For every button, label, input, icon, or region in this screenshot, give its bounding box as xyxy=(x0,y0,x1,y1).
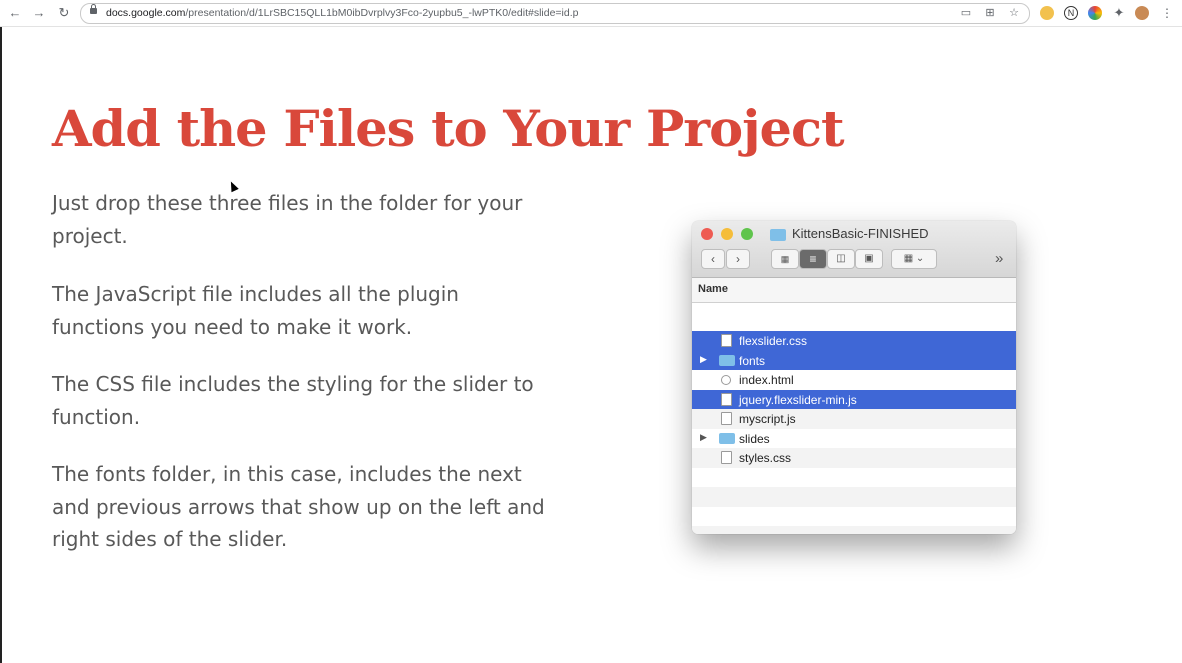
back-chevron-icon[interactable]: ‹ xyxy=(701,249,725,269)
disclosure-triangle-icon[interactable]: ▶ xyxy=(700,432,707,443)
folder-name: slides xyxy=(739,431,770,446)
empty-row xyxy=(692,526,1016,534)
slide-canvas: Add the Files to Your Project Just drop … xyxy=(0,27,1182,663)
empty-row xyxy=(692,507,1016,527)
column-view-icon[interactable]: ◫ xyxy=(827,249,855,269)
column-header-label: Name xyxy=(698,283,728,295)
folder-name: fonts xyxy=(739,353,766,368)
file-name: flexslider.css xyxy=(739,334,808,348)
folder-icon xyxy=(770,229,786,241)
url-text: docs.google.com/presentation/d/1LrSBC15Q… xyxy=(106,7,578,19)
list-view-icon[interactable]: ≡ xyxy=(799,249,827,269)
finder-title: KittensBasic-FINISHED xyxy=(792,226,929,241)
url-host: docs.google.com xyxy=(106,7,186,19)
reload-icon[interactable]: ↻ xyxy=(55,4,73,22)
folder-icon xyxy=(719,432,735,444)
browser-toolbar: ← → ↻ docs.google.com/presentation/d/1Lr… xyxy=(0,0,1182,27)
arrow-right-icon[interactable]: → xyxy=(30,4,48,22)
folder-row[interactable]: ▶ slides xyxy=(692,429,1016,449)
disclosure-triangle-icon[interactable]: ▶ xyxy=(700,354,707,365)
puzzle-icon[interactable]: ✦ xyxy=(1112,6,1126,20)
paragraph-fonts: The fonts folder, in this case, includes… xyxy=(52,462,545,551)
empty-row xyxy=(692,468,1016,488)
paragraph-drop-files: Just drop these three files in the folde… xyxy=(52,191,523,248)
html-file-icon xyxy=(721,375,731,385)
more-menu-icon[interactable]: ⋮ xyxy=(1160,6,1174,20)
js-file-icon xyxy=(721,392,732,406)
empty-row xyxy=(692,487,1016,507)
slide-title: Add the Files to Your Project xyxy=(52,99,845,158)
avatar[interactable] xyxy=(1135,6,1149,20)
zoom-icon[interactable] xyxy=(741,228,753,240)
folder-row[interactable]: ▶ fonts xyxy=(692,350,1016,370)
file-row[interactable]: jquery.flexslider-min.js xyxy=(692,389,1016,409)
star-icon[interactable]: ☆ xyxy=(1007,6,1021,20)
minimize-icon[interactable] xyxy=(721,228,733,240)
address-bar[interactable]: docs.google.com/presentation/d/1LrSBC15Q… xyxy=(80,3,1030,24)
group-by-icon[interactable]: ▦ ⌄ xyxy=(891,249,937,269)
arrow-left-icon[interactable]: ← xyxy=(6,4,24,22)
css-file-icon xyxy=(721,334,732,347)
notion-icon[interactable]: N xyxy=(1064,6,1078,20)
icon-view-icon[interactable]: ▦ xyxy=(771,249,799,269)
close-icon[interactable] xyxy=(701,228,713,240)
file-name: jquery.flexslider-min.js xyxy=(739,392,857,407)
apps-grid-icon[interactable]: ⊞ xyxy=(983,6,997,20)
folder-icon xyxy=(719,354,735,366)
cast-icon[interactable]: ▭ xyxy=(959,6,973,20)
paragraph-javascript: The JavaScript file includes all the plu… xyxy=(52,282,459,339)
file-name: myscript.js xyxy=(739,412,796,426)
finder-titlebar: KittensBasic-FINISHED ‹ › ▦ ≡ ◫ ▣ ▦ ⌄ » xyxy=(692,221,1016,278)
column-header-name[interactable]: Name xyxy=(692,278,1016,303)
url-path: /presentation/d/1LrSBC15QLL1bM0ibDvrplvy… xyxy=(185,7,579,19)
file-name: index.html xyxy=(739,373,794,387)
file-row[interactable]: styles.css xyxy=(692,448,1016,468)
paragraph-css: The CSS file includes the styling for th… xyxy=(52,372,534,429)
file-row[interactable]: index.html xyxy=(692,370,1016,390)
more-toolbar-icon[interactable]: » xyxy=(995,250,1003,267)
finder-window: KittensBasic-FINISHED ‹ › ▦ ≡ ◫ ▣ ▦ ⌄ » … xyxy=(692,221,1016,534)
forward-chevron-icon[interactable]: › xyxy=(726,249,750,269)
file-row[interactable]: myscript.js xyxy=(692,409,1016,429)
lock-icon xyxy=(90,4,97,14)
extension-yellow-icon[interactable] xyxy=(1040,6,1054,20)
file-name: styles.css xyxy=(739,451,792,465)
js-file-icon xyxy=(721,412,732,425)
file-row[interactable]: flexslider.css xyxy=(692,331,1016,351)
chrome-extension-icon[interactable] xyxy=(1088,6,1102,20)
gallery-view-icon[interactable]: ▣ xyxy=(855,249,883,269)
css-file-icon xyxy=(721,451,732,464)
